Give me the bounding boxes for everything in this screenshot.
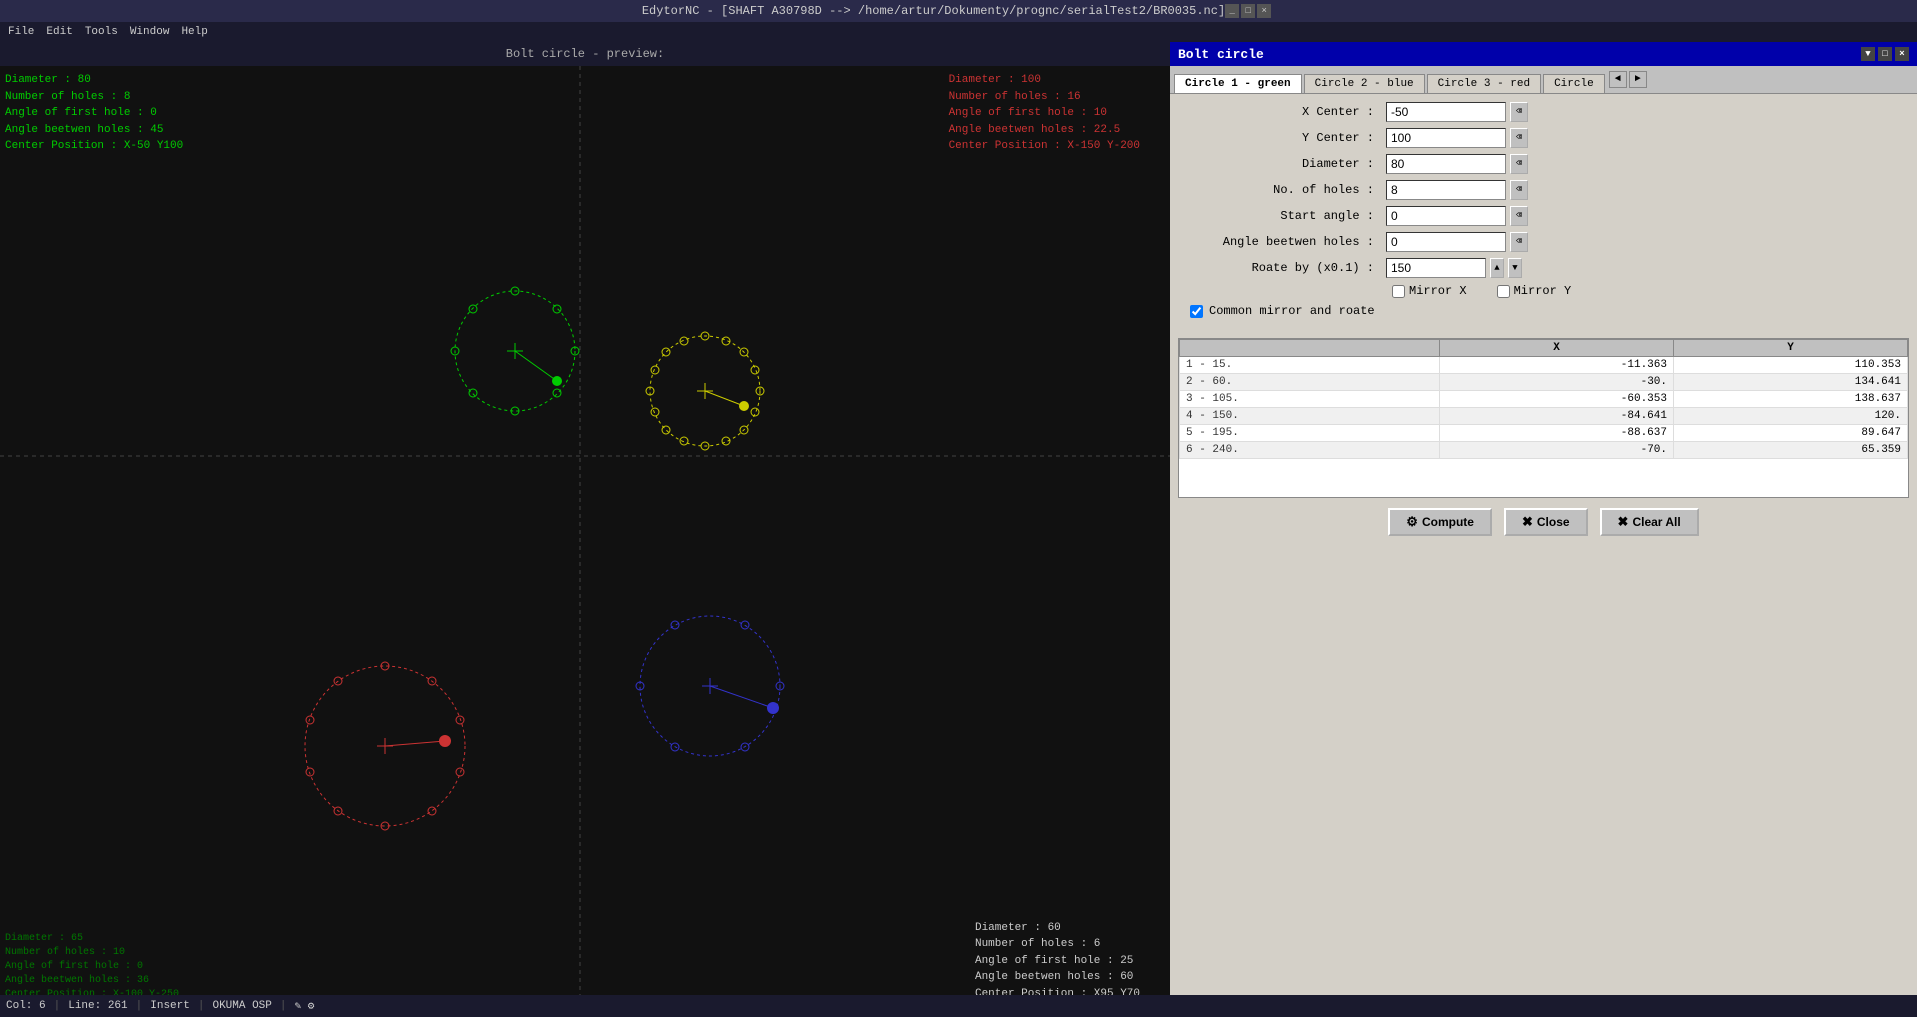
clear-all-icon: ✖ <box>1618 514 1629 530</box>
status-bar: Col: 6 | Line: 261 | Insert | OKUMA OSP … <box>0 995 1917 1017</box>
start-angle-row: Start angle : ⌫ <box>1182 206 1905 226</box>
compute-button[interactable]: ⚙ Compute <box>1388 508 1492 536</box>
diameter-clear-btn[interactable]: ⌫ <box>1510 154 1528 174</box>
close-btn[interactable]: × <box>1257 4 1271 18</box>
mirror-y-item: Mirror Y <box>1497 284 1572 298</box>
col-header-x: X <box>1440 340 1674 357</box>
mirror-x-label: Mirror X <box>1409 284 1467 298</box>
status-col: Col: 6 <box>6 1000 46 1012</box>
canvas-area: Bolt circle - preview: <box>0 42 1170 1017</box>
compute-icon: ⚙ <box>1406 514 1418 530</box>
status-sep2: | <box>280 1000 287 1012</box>
tab-prev-arrow[interactable]: ◄ <box>1609 71 1627 88</box>
start-angle-clear-btn[interactable]: ⌫ <box>1510 206 1528 226</box>
info-green: Diameter : 80 Number of holes : 8 Angle … <box>5 72 183 155</box>
angle-between-clear-btn[interactable]: ⌫ <box>1510 232 1528 252</box>
rotate-down-btn[interactable]: ▼ <box>1508 258 1522 278</box>
preview-title: Bolt circle - preview: <box>0 42 1170 66</box>
no-holes-input[interactable] <box>1386 180 1506 200</box>
coord-table: X Y 1 - 15.-11.363110.3532 - 60.-30.134.… <box>1179 339 1908 459</box>
common-mirror-label: Common mirror and roate <box>1209 304 1375 318</box>
tab-circle2[interactable]: Circle 2 - blue <box>1304 74 1425 93</box>
tab-circle4[interactable]: Circle <box>1543 74 1605 93</box>
table-row: 4 - 150.-84.641120. <box>1180 408 1908 425</box>
canvas-svg <box>0 66 1170 1017</box>
menu-bar: File Edit Tools Window Help <box>0 22 1917 42</box>
status-line: Line: 261 <box>68 1000 127 1012</box>
info-red: Diameter : 100 Number of holes : 16 Angl… <box>949 72 1140 155</box>
rotate-label: Roate by (x0.1) : <box>1182 261 1382 275</box>
minimize-btn[interactable]: _ <box>1225 4 1239 18</box>
panel-minimize-btn[interactable]: ▼ <box>1861 47 1875 61</box>
table-row: 6 - 240.-70.65.359 <box>1180 442 1908 459</box>
y-center-row: Y Center : ⌫ <box>1182 128 1905 148</box>
diameter-label: Diameter : <box>1182 157 1382 171</box>
x-center-input[interactable] <box>1386 102 1506 122</box>
angle-between-input[interactable] <box>1386 232 1506 252</box>
y-center-input[interactable] <box>1386 128 1506 148</box>
title-bar: EdytorNC - [SHAFT A30798D --> /home/artu… <box>0 0 1917 22</box>
info-bottom-right: Diameter : 60 Number of holes : 6 Angle … <box>975 920 1140 1003</box>
action-buttons: ⚙ Compute ✖ Close ✖ Clear All <box>1170 508 1917 544</box>
diameter-input[interactable] <box>1386 154 1506 174</box>
x-center-clear-btn[interactable]: ⌫ <box>1510 102 1528 122</box>
panel-close-btn[interactable]: × <box>1895 47 1909 61</box>
title-bar-controls[interactable]: _ □ × <box>1225 4 1275 18</box>
table-row: 3 - 105.-60.353138.637 <box>1180 391 1908 408</box>
tab-circle1[interactable]: Circle 1 - green <box>1174 74 1302 93</box>
col-header-index <box>1180 340 1440 357</box>
diameter-row: Diameter : ⌫ <box>1182 154 1905 174</box>
x-center-row: X Center : ⌫ <box>1182 102 1905 122</box>
common-mirror-row: Common mirror and roate <box>1182 304 1905 318</box>
rotate-input[interactable] <box>1386 258 1486 278</box>
angle-between-label: Angle beetwen holes : <box>1182 235 1382 249</box>
mirror-x-item: Mirror X <box>1392 284 1467 298</box>
menu-tools[interactable]: Tools <box>85 26 118 38</box>
panel-title-bar: Bolt circle ▼ □ × <box>1170 42 1917 66</box>
menu-help[interactable]: Help <box>181 26 207 38</box>
start-angle-input[interactable] <box>1386 206 1506 226</box>
tab-circle3[interactable]: Circle 3 - red <box>1427 74 1541 93</box>
mirror-y-checkbox[interactable] <box>1497 285 1510 298</box>
title-bar-text: EdytorNC - [SHAFT A30798D --> /home/artu… <box>642 4 1225 18</box>
tabs-bar: Circle 1 - green Circle 2 - blue Circle … <box>1170 66 1917 94</box>
form-area: X Center : ⌫ Y Center : ⌫ Diameter : ⌫ N… <box>1170 94 1917 334</box>
close-icon: ✖ <box>1522 514 1533 530</box>
panel-maximize-btn[interactable]: □ <box>1878 47 1892 61</box>
panel-title: Bolt circle <box>1178 47 1264 62</box>
common-mirror-checkbox[interactable] <box>1190 305 1203 318</box>
y-center-clear-btn[interactable]: ⌫ <box>1510 128 1528 148</box>
no-holes-label: No. of holes : <box>1182 183 1382 197</box>
mirror-row: Mirror X Mirror Y <box>1182 284 1905 298</box>
menu-window[interactable]: Window <box>130 26 170 38</box>
table-row: 2 - 60.-30.134.641 <box>1180 374 1908 391</box>
table-row: 5 - 195.-88.63789.647 <box>1180 425 1908 442</box>
no-holes-row: No. of holes : ⌫ <box>1182 180 1905 200</box>
status-insert: Insert <box>150 1000 190 1012</box>
menu-file[interactable]: File <box>8 26 34 38</box>
status-icons: ✎ ⚙ <box>295 999 315 1013</box>
info-bottom-left: Diameter : 65 Number of holes : 10 Angle… <box>5 932 179 1002</box>
rotate-row: Roate by (x0.1) : ▲ ▼ <box>1182 258 1905 278</box>
angle-between-row: Angle beetwen holes : ⌫ <box>1182 232 1905 252</box>
coord-table-wrap[interactable]: X Y 1 - 15.-11.363110.3532 - 60.-30.134.… <box>1178 338 1909 498</box>
col-header-y: Y <box>1674 340 1908 357</box>
y-center-label: Y Center : <box>1182 131 1382 145</box>
start-angle-label: Start angle : <box>1182 209 1382 223</box>
clear-all-button[interactable]: ✖ Clear All <box>1600 508 1699 536</box>
maximize-btn[interactable]: □ <box>1241 4 1255 18</box>
panel-title-controls[interactable]: ▼ □ × <box>1861 47 1909 61</box>
table-row: 1 - 15.-11.363110.353 <box>1180 357 1908 374</box>
tab-next-arrow[interactable]: ► <box>1629 71 1647 88</box>
menu-edit[interactable]: Edit <box>46 26 72 38</box>
rotate-up-btn[interactable]: ▲ <box>1490 258 1504 278</box>
right-panel: Bolt circle ▼ □ × Circle 1 - green Circl… <box>1170 42 1917 1017</box>
status-mode: OKUMA OSP <box>212 1000 271 1012</box>
no-holes-clear-btn[interactable]: ⌫ <box>1510 180 1528 200</box>
x-center-label: X Center : <box>1182 105 1382 119</box>
mirror-x-checkbox[interactable] <box>1392 285 1405 298</box>
close-button[interactable]: ✖ Close <box>1504 508 1588 536</box>
mirror-y-label: Mirror Y <box>1514 284 1572 298</box>
